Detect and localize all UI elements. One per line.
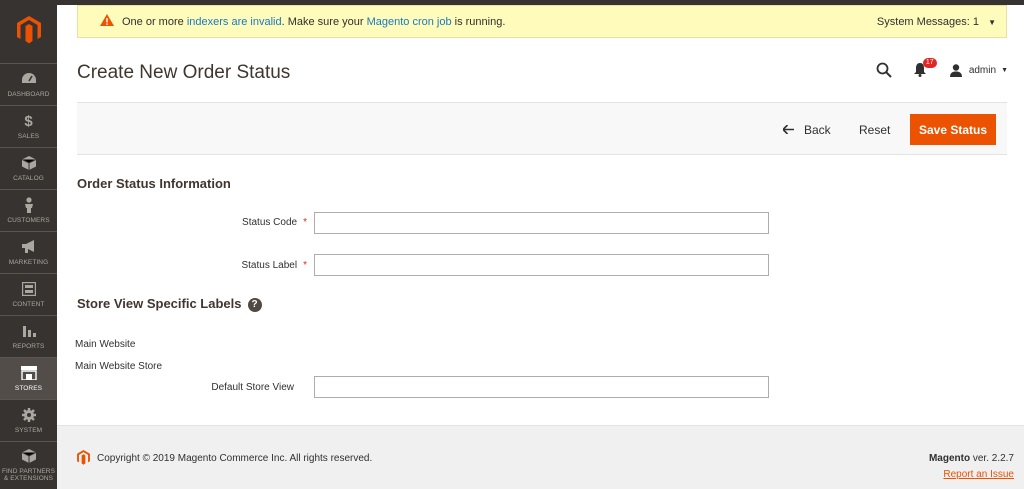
help-icon[interactable]: ? bbox=[247, 297, 262, 312]
reset-button[interactable]: Reset bbox=[859, 123, 890, 137]
save-status-button[interactable]: Save Status bbox=[910, 114, 996, 145]
user-name: admin bbox=[968, 64, 997, 76]
sidebar-item-reports[interactable]: REPORTS bbox=[0, 315, 57, 357]
header-actions: 17 admin ▼ bbox=[856, 58, 1008, 82]
status-label-input[interactable] bbox=[314, 254, 769, 276]
sidebar-item-label: CUSTOMERS bbox=[7, 217, 50, 224]
sidebar-item-label: FIND PARTNERS bbox=[1, 467, 56, 475]
back-button[interactable]: Back bbox=[781, 123, 831, 137]
sidebar-item-marketing[interactable]: MARKETING bbox=[0, 231, 57, 273]
person-icon bbox=[21, 197, 37, 213]
status-label-label: Status Label * bbox=[241, 260, 307, 271]
system-message-text: One or more indexers are invalid. Make s… bbox=[122, 15, 506, 28]
arrow-left-icon bbox=[781, 123, 794, 137]
cron-job-link[interactable]: Magento cron job bbox=[367, 16, 452, 28]
sidebar-item-dashboard[interactable]: DASHBOARD bbox=[0, 63, 57, 105]
magento-logo-icon bbox=[16, 16, 41, 44]
required-mark: * bbox=[303, 217, 307, 228]
user-menu[interactable]: admin ▼ bbox=[949, 63, 1008, 77]
dashboard-icon bbox=[21, 71, 37, 87]
notification-count-badge: 17 bbox=[922, 58, 937, 68]
sidebar-item-system[interactable]: SYSTEM bbox=[0, 399, 57, 441]
store-icon bbox=[20, 365, 37, 381]
page-footer: Copyright © 2019 Magento Commerce Inc. A… bbox=[57, 425, 1024, 489]
main-content: One or more indexers are invalid. Make s… bbox=[57, 0, 1024, 489]
sidebar-item-label: SALES bbox=[17, 133, 40, 140]
bar-chart-icon bbox=[21, 323, 37, 339]
sidebar-item-label: MARKETING bbox=[8, 259, 49, 266]
sidebar-item-catalog[interactable]: CATALOG bbox=[0, 147, 57, 189]
search-button[interactable] bbox=[876, 62, 892, 78]
store-name: Main Website Store bbox=[75, 361, 163, 372]
sidebar-item-label-line2: & EXTENSIONS bbox=[3, 474, 54, 482]
sidebar-item-content[interactable]: CONTENT bbox=[0, 273, 57, 315]
cube-icon bbox=[21, 448, 37, 464]
sidebar-item-label: CATALOG bbox=[13, 175, 44, 182]
indexers-invalid-link[interactable]: indexers are invalid bbox=[187, 16, 282, 28]
sidebar-item-find-partners[interactable]: FIND PARTNERS & EXTENSIONS bbox=[0, 441, 57, 487]
sidebar-item-label: REPORTS bbox=[12, 343, 45, 350]
default-store-view-label: Default Store View bbox=[211, 382, 294, 393]
page-actions-bar: Back Reset Save Status bbox=[77, 102, 1007, 155]
notifications-button[interactable]: 17 bbox=[913, 58, 937, 77]
admin-sidebar: DASHBOARD $ SALES CATALOG CUSTOMERS MARK… bbox=[0, 0, 57, 489]
default-store-view-input[interactable] bbox=[314, 376, 769, 398]
box-icon bbox=[21, 155, 37, 171]
sidebar-item-label: DASHBOARD bbox=[7, 91, 50, 98]
warning-icon bbox=[100, 14, 114, 29]
version-text: Magento ver. 2.2.7 bbox=[928, 453, 1014, 464]
sidebar-item-label: STORES bbox=[14, 385, 43, 392]
sidebar-item-stores[interactable]: STORES bbox=[0, 357, 57, 399]
magento-footer-logo-icon bbox=[77, 450, 90, 470]
sidebar-item-customers[interactable]: CUSTOMERS bbox=[0, 189, 57, 231]
system-messages-toggle[interactable]: System Messages: 1 ▼ bbox=[877, 16, 996, 28]
website-name: Main Website bbox=[75, 339, 136, 350]
gear-icon bbox=[21, 407, 37, 423]
layout-icon bbox=[21, 281, 37, 297]
system-message-bar: One or more indexers are invalid. Make s… bbox=[77, 5, 1007, 38]
megaphone-icon bbox=[21, 239, 37, 255]
section-title-order-status-information: Order Status Information bbox=[77, 176, 231, 191]
magento-logo[interactable] bbox=[0, 0, 57, 60]
report-issue-link[interactable]: Report an Issue bbox=[943, 469, 1014, 480]
required-mark: * bbox=[303, 260, 307, 271]
status-code-label: Status Code * bbox=[242, 217, 307, 228]
copyright-text: Copyright © 2019 Magento Commerce Inc. A… bbox=[97, 453, 373, 464]
caret-down-icon: ▼ bbox=[1001, 66, 1008, 74]
section-title-store-view-labels: Store View Specific Labels? bbox=[77, 296, 262, 312]
sidebar-item-label: CONTENT bbox=[12, 301, 45, 308]
sidebar-item-label: SYSTEM bbox=[14, 427, 43, 434]
search-icon bbox=[876, 62, 892, 78]
sidebar-item-sales[interactable]: $ SALES bbox=[0, 105, 57, 147]
status-code-input[interactable] bbox=[314, 212, 769, 234]
page-title: Create New Order Status bbox=[77, 62, 291, 83]
dollar-icon: $ bbox=[24, 112, 33, 130]
user-icon bbox=[949, 63, 962, 77]
caret-down-icon: ▼ bbox=[988, 18, 996, 27]
